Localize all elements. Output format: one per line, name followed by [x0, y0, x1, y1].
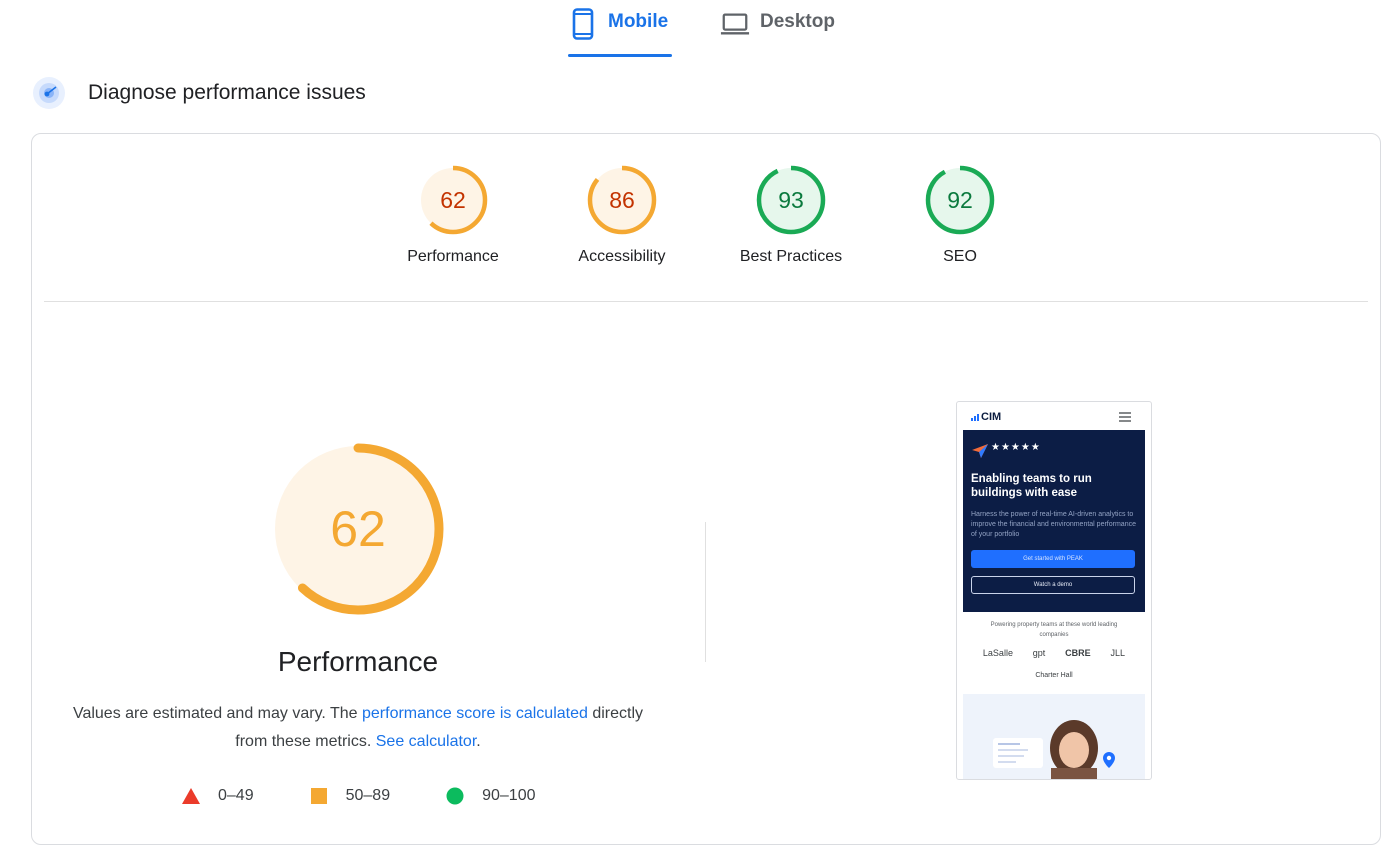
report-card: 62 Performance 86 Accessibility 93 Best …: [31, 133, 1381, 845]
legend-fail: 0–49: [182, 787, 254, 805]
hamburger-icon: [1119, 412, 1131, 422]
diagnose-icon: [33, 77, 65, 109]
person-photo: [1050, 720, 1098, 779]
map-pin-icon: [1103, 752, 1115, 768]
gauge-score: 86: [609, 187, 635, 213]
gauge-score: 62: [440, 187, 466, 213]
client-logo: gpt: [1032, 648, 1046, 658]
gauge-ring: 62: [418, 165, 488, 235]
legend-range: 0–49: [218, 787, 254, 804]
performance-score: 62: [330, 501, 386, 557]
screenshot-feature-panel: [963, 694, 1145, 779]
device-tabs: Mobile Desktop: [0, 0, 1388, 58]
gauge-label: Performance: [407, 248, 499, 265]
gauge-best-practices[interactable]: 93 Best Practices: [716, 164, 866, 266]
tab-label: Mobile: [608, 11, 669, 32]
triangle-icon: [182, 788, 200, 804]
client-logo: CBRE: [1065, 648, 1091, 658]
client-logo: LaSalle: [982, 648, 1013, 658]
see-calculator-link[interactable]: See calculator: [376, 733, 477, 750]
gauge-label: SEO: [943, 248, 977, 265]
score-legend: 0–49 50–89 90–100: [182, 784, 591, 808]
tab-desktop[interactable]: Desktop: [720, 8, 850, 58]
powering-text: Powering property teams at these world l…: [990, 622, 1118, 638]
performance-gauge: 62: [272, 443, 444, 615]
screenshot-header: CIM: [957, 402, 1151, 430]
performance-score-link[interactable]: performance score is calculated: [362, 705, 588, 722]
legend-range: 90–100: [482, 787, 536, 804]
legend-pass: 90–100: [446, 787, 535, 805]
laptop-icon: [720, 8, 750, 40]
gauge-label: Accessibility: [578, 248, 666, 265]
gauge-ring: 92: [925, 165, 995, 235]
gauge-performance[interactable]: 62 Performance: [378, 164, 528, 266]
legend-range: 50–89: [345, 787, 391, 804]
screenshot-hero: ★★★★★ Enabling teams to run buildings wi…: [963, 430, 1145, 612]
rating-stars: ★★★★★: [991, 442, 1041, 453]
gauge-score: 92: [947, 187, 973, 213]
client-logos: LaSalle gpt CBRE JLL: [957, 648, 1151, 658]
active-tab-indicator: [568, 54, 672, 57]
gauge-ring: 93: [756, 165, 826, 235]
smartphone-icon: [568, 8, 598, 40]
charter-hall-logo: Charter Hall: [1035, 672, 1073, 679]
square-icon: [310, 788, 327, 804]
performance-disclaimer: Values are estimated and may vary. The p…: [72, 700, 644, 756]
cim-logo: CIM: [971, 411, 1001, 423]
client-logo: JLL: [1110, 648, 1126, 658]
gauge-score: 93: [778, 187, 804, 213]
hero-heading: Enabling teams to run buildings with eas…: [971, 473, 1092, 499]
page-screenshot: CIM ★★★★★ Enabling teams to run building…: [956, 401, 1152, 780]
get-started-button: Get started with PEAK: [971, 550, 1135, 568]
dashboard-widget: [993, 738, 1043, 768]
bars-icon: [971, 414, 979, 421]
performance-title: Performance: [277, 646, 439, 677]
section-title: Diagnose performance issues: [88, 81, 366, 104]
vertical-divider: [705, 522, 706, 662]
circle-icon: [446, 787, 464, 805]
legend-average: 50–89: [310, 787, 391, 805]
tab-mobile[interactable]: Mobile: [568, 8, 672, 58]
gauge-accessibility[interactable]: 86 Accessibility: [547, 164, 697, 266]
gauge-seo[interactable]: 92 SEO: [885, 164, 1035, 266]
watch-demo-button: Watch a demo: [971, 576, 1135, 594]
paper-plane-icon: [972, 444, 988, 458]
logo-text: CIM: [981, 411, 1002, 423]
category-gauges: 62 Performance 86 Accessibility 93 Best …: [32, 164, 1380, 284]
section-divider: [44, 301, 1368, 302]
disclaimer-text: .: [476, 733, 481, 750]
section-heading: Diagnose performance issues: [32, 74, 366, 112]
disclaimer-text: Values are estimated and may vary. The: [72, 705, 362, 722]
hero-subtext: Harness the power of real-time AI-driven…: [971, 511, 1136, 538]
tab-label: Desktop: [760, 11, 835, 32]
gauge-ring: 86: [587, 165, 657, 235]
gauge-label: Best Practices: [739, 248, 843, 265]
